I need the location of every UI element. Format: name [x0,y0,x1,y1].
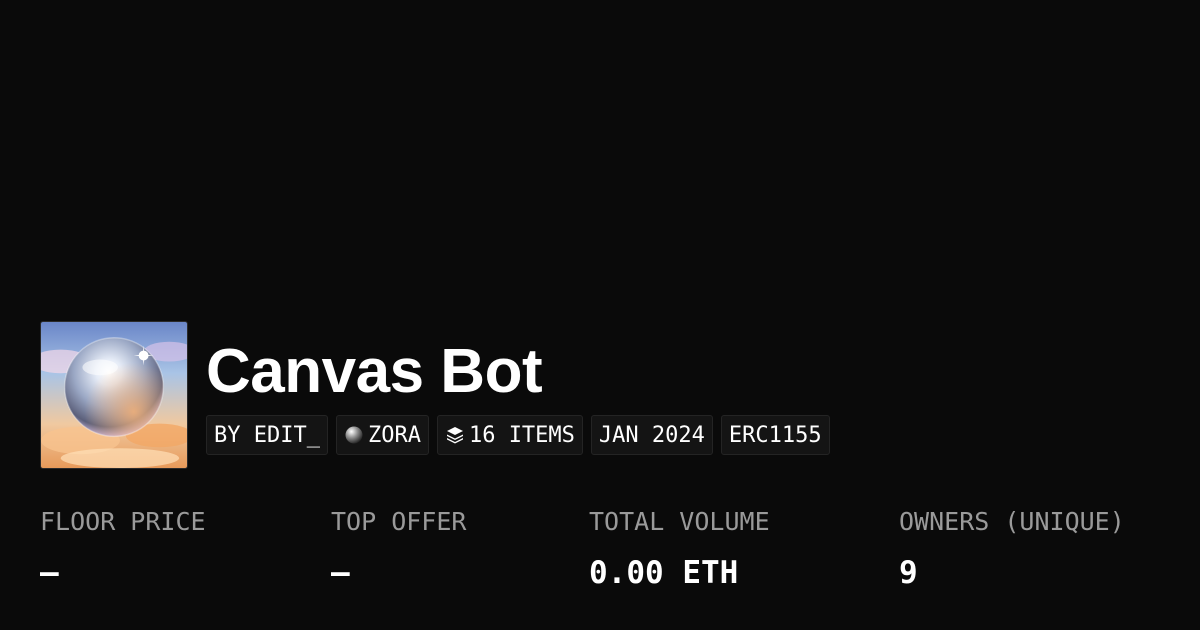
stat-owners: OWNERS (UNIQUE) 9 [899,504,1125,592]
stat-value: 0.00 ETH [589,555,739,591]
items-label: 16 ITEMS [468,422,575,448]
zora-orb-icon [344,425,364,445]
stat-label: TOP OFFER [331,507,467,536]
collection-image [40,321,188,469]
stat-floor-price: FLOOR PRICE – [40,504,206,592]
stat-label: TOTAL VOLUME [589,507,770,536]
stat-value: 9 [899,555,918,591]
stat-value: – [40,555,59,591]
items-tag[interactable]: 16 ITEMS [436,415,583,455]
collection-title: Canvas Bot [206,337,543,406]
chain-tag[interactable]: ZORA [335,415,429,455]
date-label: JAN 2024 [598,422,705,448]
creator-tag[interactable]: BY EDIT_ [206,415,328,455]
stat-top-offer: TOP OFFER – [331,504,466,592]
collection-tags: BY EDIT_ ZORA 16 ITEMS JAN 2024 ERC1155 [206,415,830,455]
creator-label: BY EDIT_ [214,422,320,448]
standard-label: ERC1155 [728,422,822,448]
layers-icon [445,425,465,445]
chain-label: ZORA [367,422,421,448]
standard-tag: ERC1155 [720,415,830,455]
stat-label: FLOOR PRICE [40,507,206,536]
date-tag: JAN 2024 [590,415,713,455]
stat-total-volume: TOTAL VOLUME 0.00 ETH [589,504,770,592]
stat-value: – [331,555,350,591]
stat-label: OWNERS (UNIQUE) [899,507,1125,536]
